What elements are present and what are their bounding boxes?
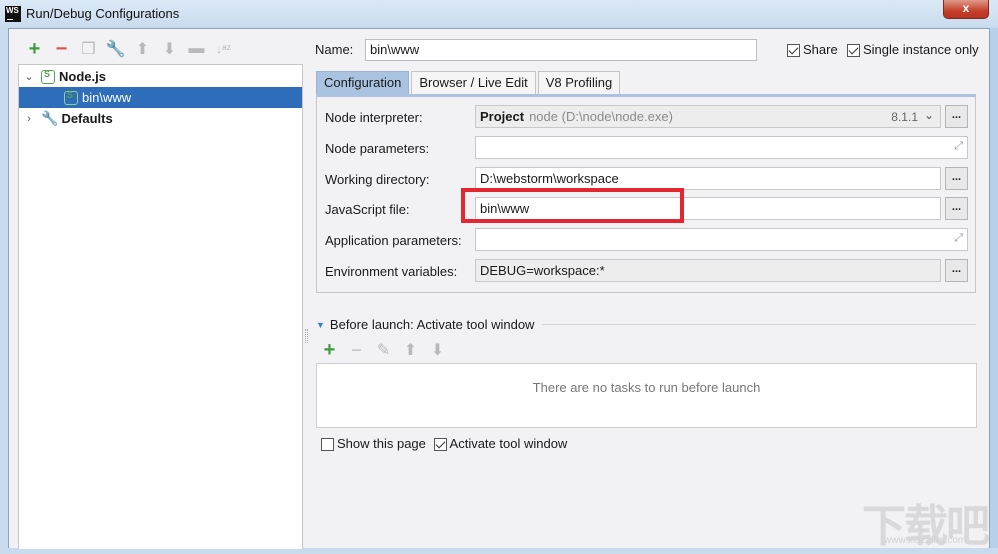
javascript-file-label: JavaScript file: bbox=[325, 202, 410, 217]
tab-v8-profiling[interactable]: V8 Profiling bbox=[537, 71, 621, 94]
folder-icon[interactable]: ▬ bbox=[183, 39, 210, 59]
nodejs-icon bbox=[41, 69, 55, 84]
tab-configuration[interactable]: Configuration bbox=[316, 71, 410, 94]
expand-icon[interactable]: ⤢ bbox=[954, 232, 963, 245]
tree-item-label: bin\www bbox=[82, 90, 132, 105]
show-this-page-label: Show this page bbox=[337, 436, 426, 451]
working-directory-label: Working directory: bbox=[325, 172, 430, 187]
move-down-icon[interactable]: ⬇ bbox=[424, 340, 451, 360]
interpreter-project: Project bbox=[480, 109, 525, 124]
chevron-down-icon[interactable]: ⌄ bbox=[22, 70, 36, 83]
chevron-down-icon[interactable]: ⌄ bbox=[924, 108, 934, 122]
browse-working-directory-button[interactable]: ... bbox=[945, 167, 968, 190]
expand-icon[interactable]: ⤢ bbox=[954, 140, 963, 153]
tree-item-nodejs[interactable]: ⌄ Node.js bbox=[19, 66, 302, 87]
webstorm-app-icon: WS bbox=[5, 6, 21, 22]
browse-environment-variables-button[interactable]: ... bbox=[945, 259, 968, 282]
title-bar: WS Run/Debug Configurations x bbox=[0, 0, 998, 28]
application-parameters-label: Application parameters: bbox=[325, 233, 462, 248]
tree-item-label: Defaults bbox=[61, 111, 113, 126]
show-this-page-checkbox[interactable]: Show this page bbox=[321, 436, 426, 452]
add-task-icon[interactable]: + bbox=[316, 339, 343, 361]
node-parameters-label: Node parameters: bbox=[325, 141, 430, 156]
splitter-handle[interactable] bbox=[305, 329, 308, 343]
move-up-icon[interactable]: ⬆ bbox=[129, 39, 156, 59]
empty-tasks-text: There are no tasks to run before launch bbox=[532, 380, 761, 395]
tree-item-defaults[interactable]: › 🔧 Defaults bbox=[19, 108, 302, 129]
single-instance-checkbox[interactable]: Single instance only bbox=[847, 42, 979, 58]
checkbox-icon[interactable] bbox=[433, 438, 447, 452]
move-up-icon[interactable]: ⬆ bbox=[397, 340, 424, 360]
edit-task-icon[interactable]: ✎ bbox=[370, 340, 397, 360]
activate-tool-window-label: Activate tool window bbox=[449, 436, 568, 451]
config-toolbar: + − ❐ 🔧 ⬆ ⬇ ▬ ↓ᵃᶻ bbox=[21, 38, 237, 60]
window-border bbox=[990, 28, 998, 548]
collapse-triangle-icon[interactable]: ▼ bbox=[316, 320, 325, 330]
watermark-url: www.xiazaiba.com bbox=[884, 535, 967, 546]
working-directory-input[interactable]: D:\webstorm\workspace bbox=[475, 167, 941, 190]
before-launch-toolbar: + − ✎ ⬆ ⬇ bbox=[316, 339, 451, 361]
environment-variables-input[interactable]: DEBUG=workspace:* bbox=[475, 259, 941, 282]
before-launch-task-list[interactable]: There are no tasks to run before launch bbox=[316, 363, 977, 428]
add-icon[interactable]: + bbox=[21, 38, 48, 60]
node-interpreter-label: Node interpreter: bbox=[325, 110, 423, 125]
interpreter-path: node (D:\node\node.exe) bbox=[529, 109, 673, 124]
share-checkbox[interactable]: Share bbox=[787, 42, 838, 58]
browse-javascript-file-button[interactable]: ... bbox=[945, 197, 968, 220]
close-button[interactable]: x bbox=[943, 0, 989, 19]
tab-browser-live-edit[interactable]: Browser / Live Edit bbox=[411, 71, 536, 94]
before-launch-title: Before launch: Activate tool window bbox=[329, 317, 535, 332]
checkbox-icon[interactable] bbox=[847, 44, 860, 58]
node-interpreter-select[interactable]: Project node (D:\node\node.exe) 8.1.1 ⌄ bbox=[475, 105, 941, 128]
name-label: Name: bbox=[315, 42, 354, 57]
application-parameters-input[interactable]: ⤢ bbox=[475, 228, 968, 251]
tree-item-label: Node.js bbox=[59, 69, 106, 84]
remove-task-icon[interactable]: − bbox=[343, 340, 370, 360]
tab-bar: Configuration Browser / Live Edit V8 Pro… bbox=[316, 71, 622, 94]
divider bbox=[542, 324, 976, 325]
name-input[interactable]: bin\www bbox=[365, 39, 757, 61]
chevron-right-icon[interactable]: › bbox=[22, 113, 36, 125]
sort-icon[interactable]: ↓ᵃᶻ bbox=[210, 39, 237, 59]
nodejs-config-icon bbox=[64, 90, 78, 105]
move-down-icon[interactable]: ⬇ bbox=[156, 39, 183, 59]
remove-icon[interactable]: − bbox=[48, 38, 75, 60]
before-launch-options: Show this page Activate tool window bbox=[321, 436, 568, 452]
node-parameters-input[interactable]: ⤢ bbox=[475, 136, 968, 159]
config-tree: ⌄ Node.js bin\www › 🔧 Defaults bbox=[18, 64, 303, 549]
wrench-icon: 🔧 bbox=[41, 110, 59, 126]
share-label: Share bbox=[803, 42, 838, 57]
tree-item-bin-www[interactable]: bin\www bbox=[19, 87, 302, 108]
single-instance-label: Single instance only bbox=[863, 42, 979, 57]
copy-icon[interactable]: ❐ bbox=[75, 39, 102, 59]
checkbox-icon[interactable] bbox=[787, 44, 800, 58]
interpreter-version: 8.1.1 bbox=[891, 110, 918, 124]
window-title: Run/Debug Configurations bbox=[26, 6, 180, 21]
before-launch-section: ▼ Before launch: Activate tool window bbox=[316, 317, 976, 332]
environment-variables-label: Environment variables: bbox=[325, 264, 458, 279]
highlight-annotation bbox=[461, 188, 684, 223]
dialog-body: + − ❐ 🔧 ⬆ ⬇ ▬ ↓ᵃᶻ ⌄ Node.js bin\www › 🔧 … bbox=[8, 28, 990, 549]
activate-tool-window-checkbox[interactable]: Activate tool window bbox=[433, 436, 568, 452]
checkbox-icon[interactable] bbox=[321, 438, 334, 452]
edit-defaults-icon[interactable]: 🔧 bbox=[102, 39, 129, 59]
browse-interpreter-button[interactable]: ... bbox=[945, 105, 968, 128]
